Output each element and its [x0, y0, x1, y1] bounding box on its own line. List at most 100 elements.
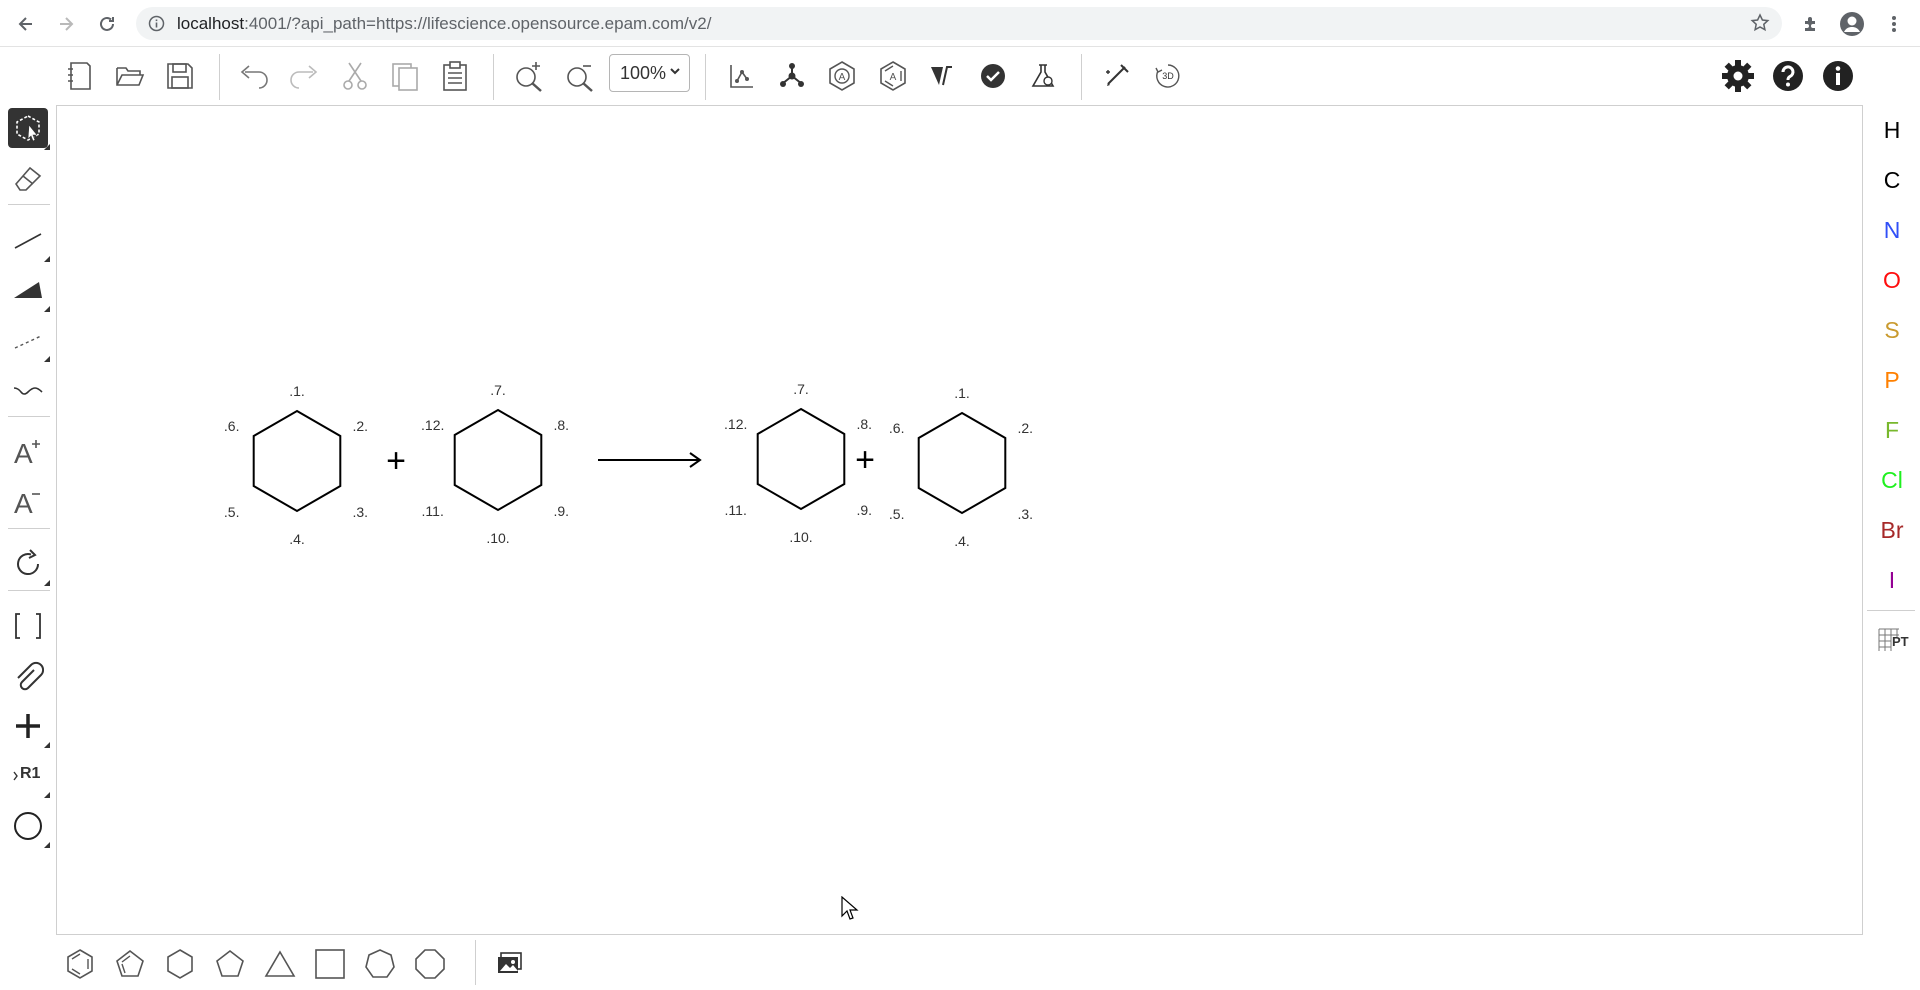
- rgroup-tool-button[interactable]: R1: [8, 756, 50, 798]
- atom-map-label[interactable]: .7.: [793, 381, 809, 397]
- product-2-cyclohexane[interactable]: .1. .2. .3. .4. .5. .6.: [889, 385, 1033, 549]
- address-bar[interactable]: localhost:4001/?api_path=https://lifesci…: [136, 7, 1782, 40]
- template-cyclobutane-button[interactable]: [310, 944, 350, 984]
- zoom-out-button[interactable]: [561, 56, 601, 96]
- atom-map-label[interactable]: .5.: [224, 504, 240, 520]
- atom-map-label[interactable]: .4.: [954, 533, 970, 549]
- back-button[interactable]: [8, 8, 44, 40]
- template-library-button[interactable]: [490, 944, 530, 984]
- element-i-button[interactable]: I: [1872, 560, 1912, 600]
- 3d-viewer-button[interactable]: 3D: [1148, 56, 1188, 96]
- ring-bonds[interactable]: [756, 407, 846, 511]
- atom-map-label[interactable]: .1.: [289, 383, 305, 399]
- about-button[interactable]: [1818, 56, 1858, 96]
- dashed-bond-tool-button[interactable]: [8, 320, 50, 362]
- forward-button[interactable]: [48, 8, 84, 40]
- zoom-in-button[interactable]: [510, 56, 550, 96]
- atom-map-label[interactable]: .6.: [224, 418, 240, 434]
- template-benzene-button[interactable]: [60, 944, 100, 984]
- info-icon[interactable]: [148, 15, 165, 32]
- check-structure-button[interactable]: [973, 56, 1013, 96]
- paste-button[interactable]: [435, 56, 475, 96]
- atom-map-label[interactable]: .1.: [954, 385, 970, 401]
- reactant-1-cyclohexane[interactable]: .1. .2. .3. .4. .5. .6.: [224, 383, 368, 547]
- bookmark-star-icon[interactable]: [1750, 13, 1770, 33]
- atom-map-label[interactable]: .10.: [789, 529, 812, 545]
- select-tool-button[interactable]: [8, 108, 50, 150]
- aromatize-button[interactable]: A: [822, 56, 862, 96]
- open-file-button[interactable]: [110, 56, 150, 96]
- atom-map-label[interactable]: .12.: [421, 417, 444, 433]
- product-1-cyclohexane[interactable]: .7. .8. .9. .10. .11. .12.: [724, 381, 872, 545]
- atom-map-label[interactable]: .8.: [857, 416, 873, 432]
- copy-button[interactable]: [385, 56, 425, 96]
- profile-button[interactable]: [1834, 8, 1870, 40]
- template-cyclooctane-button[interactable]: [410, 944, 450, 984]
- reaction-plus-2[interactable]: +: [855, 441, 875, 479]
- url-text[interactable]: localhost:4001/?api_path=https://lifesci…: [177, 14, 711, 34]
- atom-map-label[interactable]: .8.: [554, 417, 570, 433]
- zoom-level-select[interactable]: 100%: [609, 54, 690, 92]
- erase-tool-button[interactable]: [8, 158, 48, 198]
- rotate-tool-button[interactable]: [8, 544, 50, 586]
- template-cyclohexane-button[interactable]: [160, 944, 200, 984]
- periodic-table-button[interactable]: PT: [1872, 622, 1912, 662]
- atom-map-label[interactable]: .5.: [889, 506, 905, 522]
- recognize-molecule-button[interactable]: [1097, 56, 1137, 96]
- reactant-2-cyclohexane[interactable]: .7. .8. .9. .10. .11. .12.: [421, 382, 569, 546]
- atom-map-label[interactable]: .3.: [353, 504, 369, 520]
- reaction-plus-tool-button[interactable]: [8, 706, 50, 748]
- template-cyclopropane-button[interactable]: [260, 944, 300, 984]
- element-f-button[interactable]: F: [1872, 410, 1912, 450]
- redo-button[interactable]: [284, 56, 324, 96]
- ring-bonds[interactable]: [453, 408, 543, 512]
- extensions-button[interactable]: [1793, 8, 1829, 40]
- stereo-bond-tool-button[interactable]: [8, 270, 50, 312]
- atom-map-label[interactable]: .7.: [490, 382, 506, 398]
- element-c-button[interactable]: C: [1872, 160, 1912, 200]
- template-cyclopentane-button[interactable]: [210, 944, 250, 984]
- element-n-button[interactable]: N: [1872, 210, 1912, 250]
- atom-map-label[interactable]: .6.: [889, 420, 905, 436]
- ring-bonds[interactable]: [917, 411, 1007, 515]
- new-document-button[interactable]: [60, 56, 100, 96]
- element-o-button[interactable]: O: [1872, 260, 1912, 300]
- dearomatize-button[interactable]: A: [873, 56, 913, 96]
- atom-map-label[interactable]: .3.: [1018, 506, 1034, 522]
- reaction-plus-1[interactable]: +: [386, 442, 406, 480]
- atom-map-label[interactable]: .9.: [857, 502, 873, 518]
- sgroup-tool-button[interactable]: [8, 606, 48, 646]
- shape-tool-button[interactable]: [8, 806, 50, 848]
- atom-map-label[interactable]: .11.: [422, 503, 444, 519]
- reaction-arrow[interactable]: [598, 452, 702, 468]
- wavy-bond-tool-button[interactable]: [8, 370, 48, 410]
- atom-map-label[interactable]: .4.: [289, 531, 305, 547]
- element-p-button[interactable]: P: [1872, 360, 1912, 400]
- atom-map-label[interactable]: .9.: [554, 503, 570, 519]
- element-s-button[interactable]: S: [1872, 310, 1912, 350]
- calculated-values-button[interactable]: [1023, 56, 1063, 96]
- cut-button[interactable]: [335, 56, 375, 96]
- element-br-button[interactable]: Br: [1872, 510, 1912, 550]
- browser-menu-button[interactable]: [1876, 8, 1912, 40]
- reload-button[interactable]: [89, 8, 125, 40]
- charge-minus-tool-button[interactable]: A: [8, 482, 48, 522]
- atom-map-label[interactable]: .10.: [486, 530, 509, 546]
- element-cl-button[interactable]: Cl: [1872, 460, 1912, 500]
- atom-map-label[interactable]: .12.: [724, 416, 747, 432]
- element-h-button[interactable]: H: [1872, 110, 1912, 150]
- save-button[interactable]: [160, 56, 200, 96]
- ring-bonds[interactable]: [252, 409, 342, 513]
- atom-map-label[interactable]: .11.: [725, 502, 747, 518]
- clean-up-button[interactable]: [772, 56, 812, 96]
- atom-map-label[interactable]: .2.: [1018, 420, 1034, 436]
- help-button[interactable]: [1768, 56, 1808, 96]
- drawing-canvas[interactable]: .1. .2. .3. .4. .5. .6. + .7. .8. .9. .10. .11. .1…: [56, 105, 1863, 935]
- attachment-point-tool-button[interactable]: [8, 656, 48, 696]
- atom-map-label[interactable]: .2.: [353, 418, 369, 434]
- layout-button[interactable]: [722, 56, 762, 96]
- single-bond-tool-button[interactable]: [8, 220, 50, 262]
- charge-plus-tool-button[interactable]: A: [8, 432, 48, 472]
- template-cycloheptane-button[interactable]: [360, 944, 400, 984]
- undo-button[interactable]: [234, 56, 274, 96]
